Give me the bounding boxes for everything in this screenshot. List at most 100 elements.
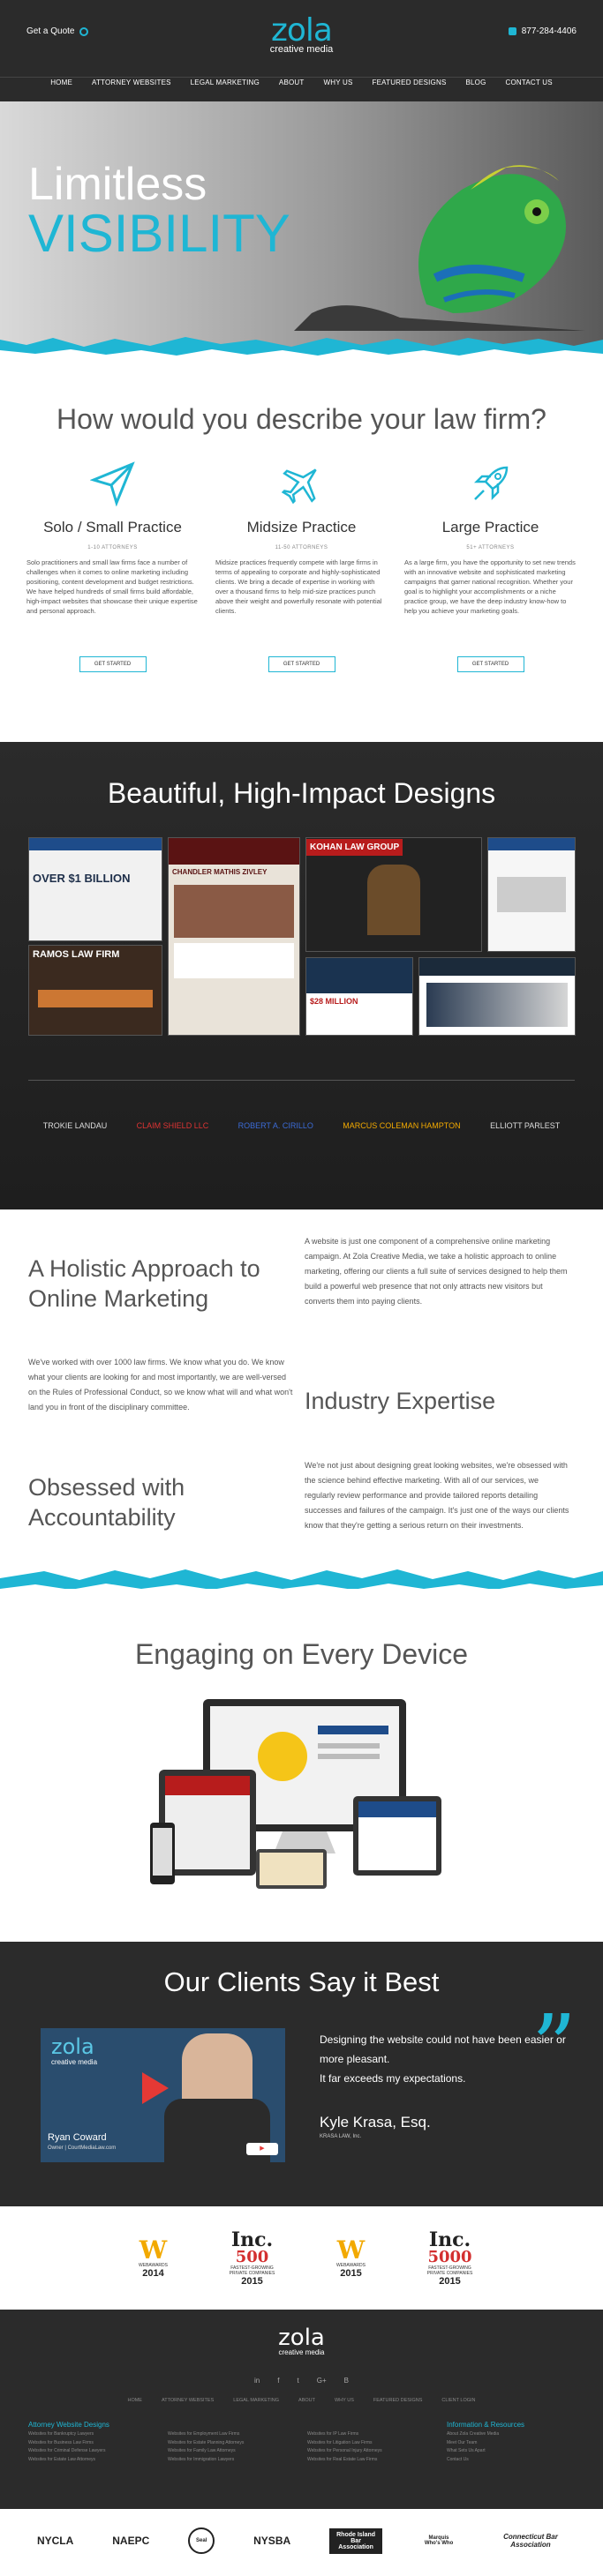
footer-link[interactable]: Websites for Litigation Law Firms — [307, 2439, 382, 2448]
google-plus-icon[interactable]: G+ — [317, 2377, 327, 2385]
design-showcase: OVER $1 BILLION RAMOS LAW FIRM CHANDLER … — [28, 837, 576, 1036]
footer-link[interactable]: Websites for IP Law Firms — [307, 2430, 382, 2439]
footer-link[interactable]: Websites for Employment Law Firms — [168, 2430, 244, 2439]
torn-edge — [0, 337, 603, 357]
accountability-text: We're not just about designing great loo… — [305, 1461, 569, 1530]
play-icon[interactable] — [142, 2072, 169, 2104]
video-logo: zola — [51, 2034, 94, 2059]
footer-link[interactable]: Websites for Estate Planning Attorneys — [168, 2439, 244, 2448]
facebook-icon[interactable]: f — [277, 2377, 279, 2385]
client-logo: CLAIM SHIELD LLC — [136, 1121, 209, 1130]
footer-link[interactable]: Websites for Criminal Defense Lawyers — [28, 2447, 109, 2456]
nav-why-us[interactable]: WHY US — [323, 79, 352, 86]
footer-link[interactable]: Meet Our Team — [447, 2439, 524, 2448]
phone-link[interactable]: 877-284-4406 — [508, 26, 577, 36]
get-started-button[interactable]: GET STARTED — [79, 656, 147, 672]
footer-link[interactable]: Websites for Real Estate Law Firms — [307, 2456, 382, 2465]
footer-link[interactable]: Websites for Bankruptcy Lawyers — [28, 2430, 109, 2439]
card-title: Midsize Practice — [246, 519, 357, 535]
nav-about[interactable]: ABOUT — [279, 79, 305, 86]
chameleon-image — [294, 165, 585, 331]
designs-divider — [28, 1080, 575, 1081]
association-logo: Rhode Island Bar Association — [329, 2527, 383, 2554]
devices-illustration — [150, 1699, 441, 1889]
design-thumb[interactable] — [487, 837, 576, 952]
footer-nav-item[interactable]: ATTORNEY WEBSITES — [162, 2398, 214, 2403]
footer-link[interactable]: About Zola Creative Media — [447, 2430, 524, 2439]
award-badge: Inc. 5000 FASTEST-GROWING PRIVATE COMPAN… — [426, 2228, 473, 2287]
nav-legal-marketing[interactable]: LEGAL MARKETING — [191, 79, 260, 86]
holistic-heading: A Holistic Approach to Online Marketing — [28, 1255, 260, 1312]
expertise-text: We've worked with over 1000 law firms. W… — [28, 1358, 293, 1412]
get-started-button[interactable]: GET STARTED — [268, 656, 335, 672]
association-logo: Marquis Who's Who — [424, 2535, 454, 2546]
testimonial-section: Our Clients Say it Best zola creative me… — [0, 1942, 603, 2206]
association-logo: NYCLA — [36, 2535, 74, 2547]
client-logo: MARCUS COLEMAN HAMPTON — [343, 1121, 461, 1130]
footer-link[interactable]: What Sets Us Apart — [447, 2447, 524, 2456]
design-thumb[interactable]: RAMOS LAW FIRM — [28, 945, 162, 1036]
footer-column: Websites for Employment Law Firms Websit… — [168, 2430, 244, 2464]
footer-nav-item[interactable]: CLIENT LOGIN — [441, 2398, 475, 2403]
footer-nav: HOME ATTORNEY WEBSITES LEGAL MARKETING A… — [0, 2398, 603, 2403]
association-logo: NAEPC — [112, 2535, 150, 2547]
footer-column-heading: Attorney Website Designs — [28, 2421, 109, 2429]
holistic-text: A website is just one component of a com… — [305, 1237, 568, 1306]
header-divider — [0, 77, 603, 78]
hero-banner: Limitless VISIBILITY — [0, 101, 603, 357]
associations-strip: NYCLA NAEPC Seal NYSBA Rhode Island Bar … — [0, 2509, 603, 2572]
footer-column-heading: Information & Resources — [447, 2421, 525, 2429]
design-thumb[interactable]: KOHAN LAW GROUP — [305, 837, 482, 952]
award-badge: Inc. 500 FASTEST-GROWING PRIVATE COMPANI… — [229, 2228, 275, 2287]
blog-icon[interactable]: B — [344, 2377, 349, 2385]
card-sub: 51+ ATTORNEYS — [466, 545, 515, 550]
testimonial-video[interactable]: zola creative media Ryan Coward Owner | … — [41, 2028, 285, 2162]
get-started-button[interactable]: GET STARTED — [456, 656, 524, 672]
site-footer: zola creative media in f t G+ B HOME ATT… — [0, 2310, 603, 2509]
client-logo: ROBERT A. CIRILLO — [237, 1121, 313, 1130]
logo-sub: creative media — [269, 44, 334, 55]
design-thumb[interactable] — [418, 957, 576, 1036]
design-thumb-text: CHANDLER MATHIS ZIVLEY — [172, 868, 268, 876]
design-thumb-text: OVER $1 BILLION — [33, 872, 131, 885]
design-thumb[interactable]: $28 MILLION — [305, 957, 413, 1036]
nav-contact-us[interactable]: CONTACT US — [506, 79, 553, 86]
linkedin-icon[interactable]: in — [254, 2377, 260, 2385]
client-logo: ELLIOTT PARLEST — [490, 1121, 561, 1130]
footer-nav-item[interactable]: WHY US — [335, 2398, 354, 2403]
footer-nav-item[interactable]: ABOUT — [298, 2398, 315, 2403]
card-text: As a large firm, you have the opportunit… — [404, 558, 576, 615]
card-title: Solo / Small Practice — [43, 519, 182, 535]
design-thumb[interactable]: CHANDLER MATHIS ZIVLEY — [168, 837, 300, 1036]
practice-card-midsize: Midsize Practice 11-50 ATTORNEYS Midsize… — [215, 461, 388, 672]
video-name: Ryan Coward — [48, 2132, 107, 2143]
awards-strip: W WEBAWARDS 2014 Inc. 500 FASTEST-GROWIN… — [0, 2206, 603, 2310]
design-thumb[interactable]: OVER $1 BILLION — [28, 837, 162, 941]
footer-nav-item[interactable]: LEGAL MARKETING — [233, 2398, 279, 2403]
twitter-icon[interactable]: t — [297, 2377, 298, 2385]
footer-logo[interactable]: zola creative media — [0, 2326, 603, 2356]
testimonial-firm: KRASA LAW, Inc. — [320, 2134, 362, 2139]
nav-blog[interactable]: BLOG — [466, 79, 486, 86]
footer-link[interactable]: Websites for Personal Injury Attorneys — [307, 2447, 382, 2456]
design-thumb-text: $28 MILLION — [310, 997, 358, 1006]
footer-link[interactable]: Websites for Family Law Attorneys — [168, 2447, 244, 2456]
association-logo: Connecticut Bar Association — [503, 2533, 558, 2549]
footer-nav-item[interactable]: FEATURED DESIGNS — [373, 2398, 423, 2403]
footer-link[interactable]: Contact Us — [447, 2456, 524, 2465]
nav-attorney-websites[interactable]: ATTORNEY WEBSITES — [92, 79, 171, 86]
nav-featured-designs[interactable]: FEATURED DESIGNS — [373, 79, 447, 86]
association-logo: Seal — [188, 2527, 215, 2554]
airplane-icon — [281, 468, 317, 505]
testimonial-quote: Designing the website could not have bee… — [320, 2033, 566, 2085]
devices-title: Engaging on Every Device — [134, 1638, 469, 1670]
footer-nav-item[interactable]: HOME — [127, 2398, 142, 2403]
nav-home[interactable]: HOME — [50, 79, 72, 86]
page: Get a Quote zola creative media 877-284-… — [0, 0, 603, 2576]
footer-link[interactable]: Websites for Business Law Firms — [28, 2439, 109, 2448]
card-text: Solo practitioners and small law firms f… — [26, 558, 198, 615]
youtube-icon: ▶ — [246, 2143, 278, 2155]
phone-number: 877-284-4406 — [521, 26, 577, 36]
footer-link[interactable]: Websites for Estate Law Attorneys — [28, 2456, 109, 2465]
footer-link[interactable]: Websites for Immigration Lawyers — [168, 2456, 244, 2465]
